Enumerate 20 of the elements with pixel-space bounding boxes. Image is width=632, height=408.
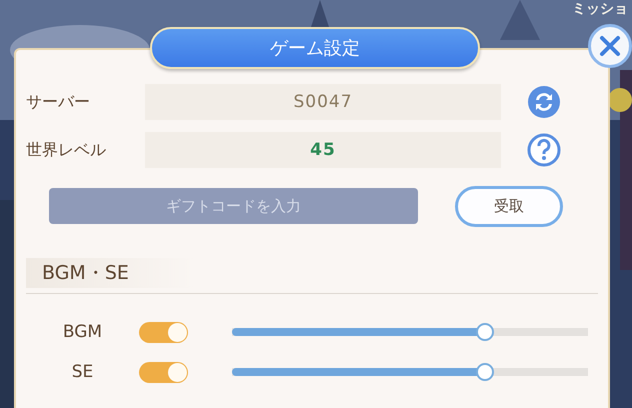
- close-icon: [598, 34, 622, 58]
- audio-label: SE: [70, 362, 94, 382]
- toggle-switch[interactable]: [139, 362, 188, 382]
- refresh-button[interactable]: [527, 85, 561, 119]
- dialog-title: ゲーム設定: [150, 27, 480, 69]
- value-field: 45: [145, 132, 501, 168]
- section-title: BGM・SE: [42, 261, 129, 286]
- audio-label: BGM: [62, 322, 104, 342]
- refresh-icon: [527, 85, 561, 119]
- help-icon: [527, 133, 561, 167]
- slider-thumb[interactable]: [476, 323, 494, 341]
- help-button[interactable]: [527, 133, 561, 167]
- row-label: 世界レベル: [26, 140, 107, 160]
- receive-button[interactable]: 受取: [455, 186, 563, 226]
- value-field: S0047: [145, 84, 501, 120]
- slider-thumb[interactable]: [476, 363, 494, 381]
- gift-code-field[interactable]: ギフトコードを入力: [49, 188, 418, 224]
- row-label: サーバー: [26, 92, 91, 112]
- toggle-switch[interactable]: [139, 322, 188, 342]
- mission-label: ミッショ: [572, 0, 628, 18]
